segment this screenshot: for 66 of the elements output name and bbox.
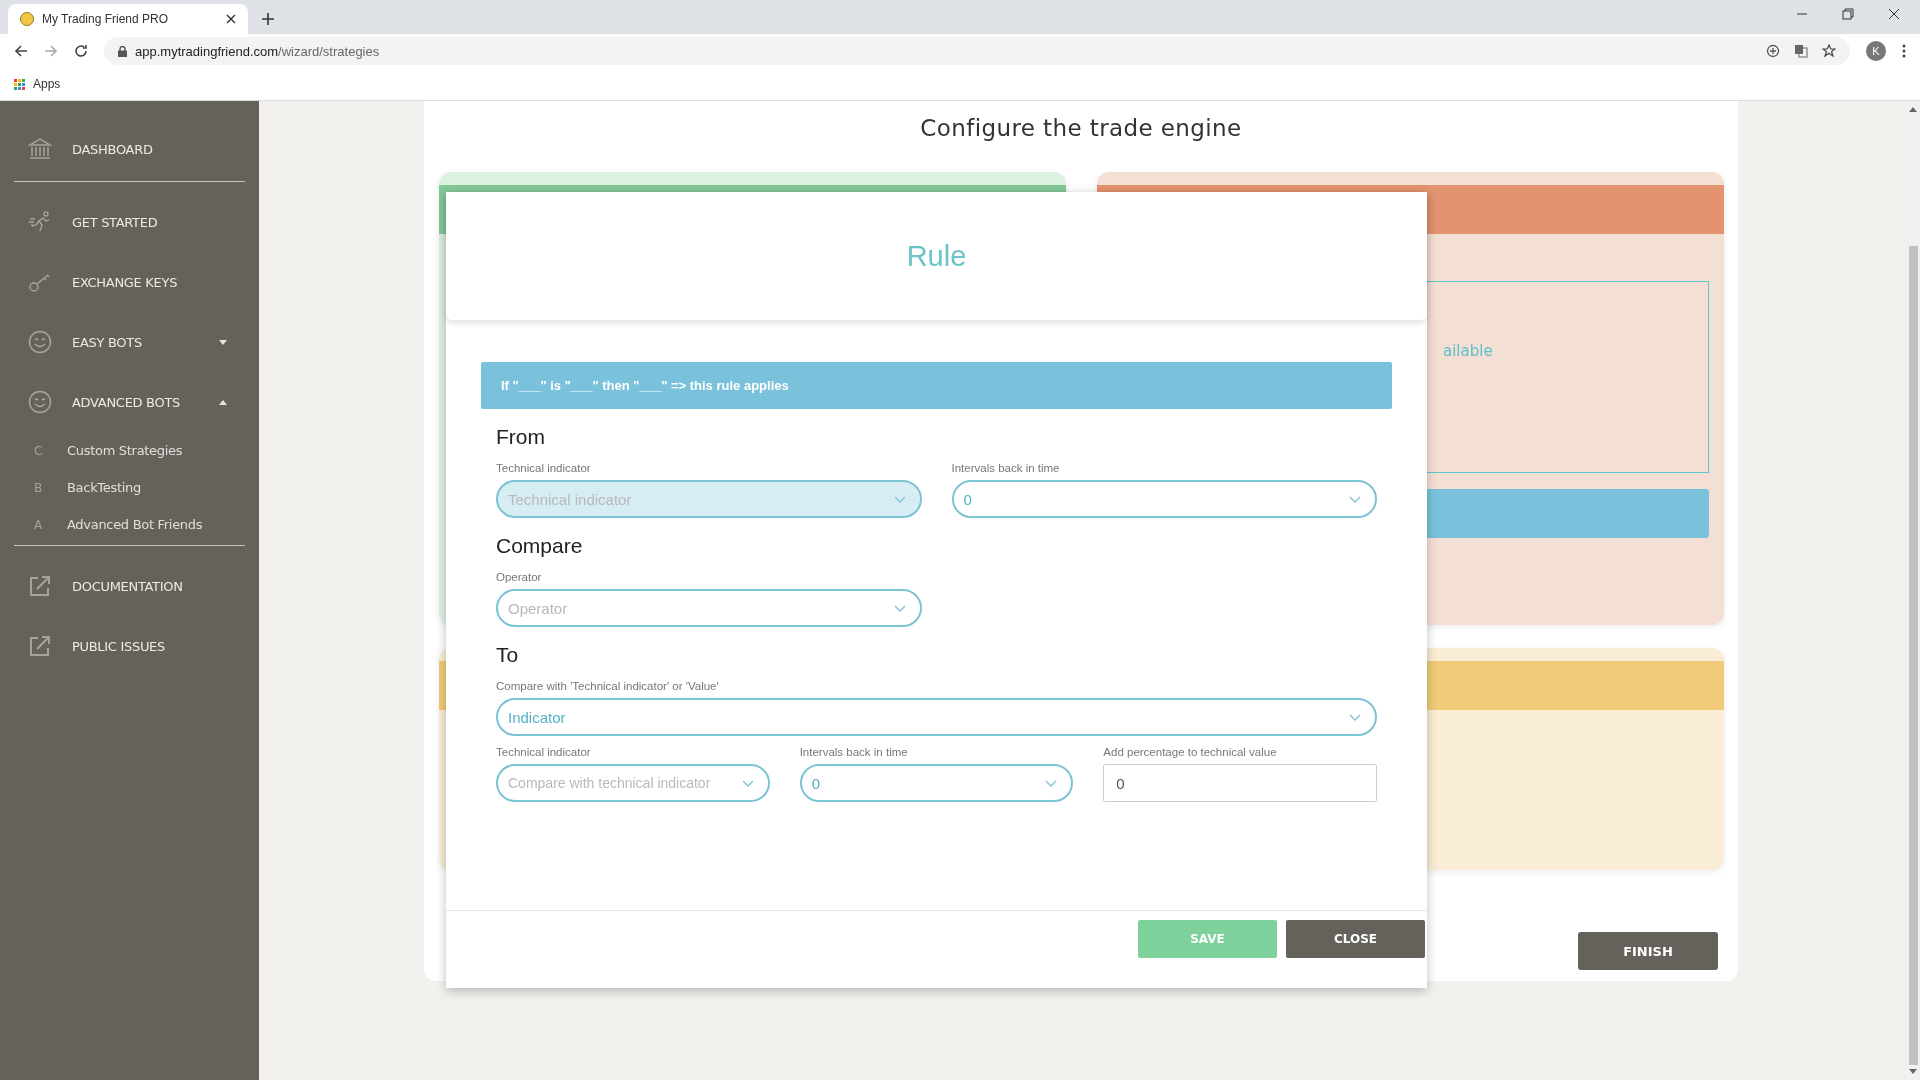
new-tab-icon[interactable] (262, 13, 274, 25)
external-link-icon (28, 574, 52, 598)
nav-subitem[interactable]: B BackTesting (0, 469, 259, 506)
field-label: Operator (496, 571, 543, 583)
nav-item[interactable]: EASY BOTS (0, 312, 259, 372)
chevron-down-icon (1045, 779, 1058, 787)
field-label: Intervals back in time (951, 462, 1061, 474)
smiley-icon (28, 390, 52, 414)
install-icon[interactable] (1766, 44, 1780, 58)
runner-icon (28, 210, 52, 234)
nav-item[interactable]: DOCUMENTATION (0, 556, 259, 616)
nav-letter: B (34, 480, 44, 495)
nav-letter: A (34, 517, 44, 532)
star-icon[interactable] (1822, 44, 1836, 58)
chevron-down-icon (741, 779, 754, 787)
nav-item[interactable]: EXCHANGE KEYS (0, 252, 259, 312)
nav-item[interactable]: PUBLIC ISSUES (0, 616, 259, 676)
nav-sublabel: Custom Strategies (67, 443, 183, 458)
tab-title: My Trading Friend PRO (42, 12, 170, 26)
nav-subitem[interactable]: C Custom Strategies (0, 432, 259, 469)
chevron-down-icon (893, 604, 906, 612)
chevron-down-icon (1349, 713, 1361, 721)
close-button[interactable]: CLOSE (1286, 920, 1425, 958)
empty-message: ailable (1443, 342, 1493, 360)
section-heading: To (496, 643, 520, 667)
field-label: Compare with 'Technical indicator' or 'Value' (496, 680, 720, 692)
chevron-down-icon (1349, 495, 1361, 503)
section-heading: From (496, 425, 546, 449)
bank-icon (28, 137, 52, 161)
nav-subitem[interactable]: A Advanced Bot Friends (0, 506, 259, 543)
nav-item[interactable]: DASHBOARD (0, 119, 259, 179)
more-icon[interactable] (1902, 44, 1906, 58)
close-icon[interactable] (226, 14, 236, 24)
nav-letter: C (34, 443, 44, 458)
url-text: app.mytradingfriend.com/wizard/strategies (135, 43, 381, 59)
restore-icon[interactable] (1842, 8, 1854, 20)
bookmark-link[interactable]: Apps (14, 77, 61, 91)
chevron-down-icon (893, 495, 906, 503)
nav-item[interactable]: ADVANCED BOTS (0, 372, 259, 432)
lock-icon (118, 45, 127, 57)
field-label: Add percentage to technical value (1103, 746, 1278, 758)
reload-icon[interactable] (74, 44, 88, 58)
profile-avatar[interactable]: K (1866, 41, 1886, 61)
back-icon[interactable] (14, 44, 28, 58)
section-heading: Compare (496, 534, 584, 558)
address-bar[interactable]: app.mytradingfriend.com/wizard/strategies (104, 37, 1850, 65)
translate-icon[interactable] (1794, 44, 1808, 58)
nav-sublabel: BackTesting (67, 480, 141, 495)
input-field[interactable]: 0 (1103, 764, 1377, 802)
smiley-icon (28, 330, 52, 354)
close-window-icon[interactable] (1888, 8, 1900, 20)
info-banner: If "___" is "___" then "___" => this rule applies (481, 362, 1392, 409)
scroll-down-icon[interactable] (1909, 1069, 1917, 1074)
scroll-up-icon[interactable] (1909, 107, 1917, 112)
scrollbar-thumb[interactable] (1908, 246, 1918, 1065)
external-link-icon (28, 634, 52, 658)
field-label: Technical indicator (496, 462, 592, 474)
apps-grid-icon (14, 78, 25, 90)
dialog-title: Rule (906, 239, 967, 273)
nav-sublabel: Advanced Bot Friends (67, 517, 203, 532)
page-title: Configure the trade engine (919, 115, 1243, 141)
field-label: Technical indicator (496, 746, 592, 758)
nav-item[interactable]: GET STARTED (0, 192, 259, 252)
browser-tab[interactable]: My Trading Friend PRO (8, 4, 248, 34)
finish-button[interactable]: FINISH (1578, 932, 1718, 970)
field-label: Intervals back in time (799, 746, 909, 758)
